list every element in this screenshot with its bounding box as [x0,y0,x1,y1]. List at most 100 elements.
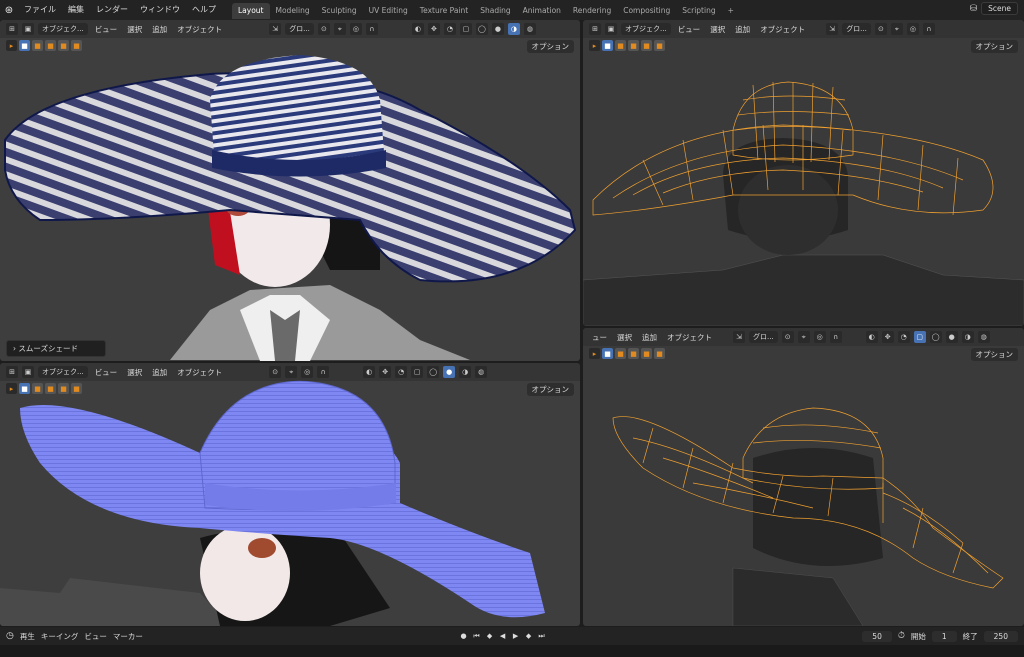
select-new-icon[interactable]: ■ [602,348,613,359]
select-subtract-icon[interactable]: ■ [628,348,639,359]
orientation-dropdown[interactable]: グロ... [285,23,314,35]
falloff-icon[interactable]: ∩ [829,331,842,343]
xray-icon[interactable]: ▢ [411,366,424,378]
visibility-icon[interactable]: ◐ [865,331,878,343]
select-invert-icon[interactable]: ■ [641,348,652,359]
options-dropdown[interactable]: オプション [970,40,1018,53]
menu-add[interactable]: 追加 [149,24,170,35]
select-extend-icon[interactable]: ■ [32,383,43,394]
select-invert-icon[interactable]: ■ [641,40,652,51]
prev-keyframe-icon[interactable]: ◆ [484,631,495,642]
select-intersect-icon[interactable]: ■ [71,383,82,394]
select-invert-icon[interactable]: ■ [58,383,69,394]
shading-rendered-icon[interactable]: ◍ [475,366,488,378]
shading-solid-icon[interactable]: ● [443,366,456,378]
menu-edit[interactable]: 編集 [62,0,90,20]
add-workspace-button[interactable]: + [722,3,740,19]
menu-select[interactable]: 選択 [124,367,145,378]
blender-logo-icon[interactable]: ⊛ [0,0,18,20]
gizmo-icon[interactable]: ✥ [379,366,392,378]
xray-icon[interactable]: ▢ [913,331,926,343]
tab-layout[interactable]: Layout [232,3,270,19]
menu-view[interactable]: ビュー [675,24,704,35]
menu-render[interactable]: レンダー [90,0,134,20]
select-subtract-icon[interactable]: ■ [45,40,56,51]
menu-object[interactable]: オブジェクト [174,367,225,378]
menu-add[interactable]: 追加 [732,24,753,35]
jump-start-icon[interactable]: ⏮ [471,631,482,642]
xray-icon[interactable]: ▢ [459,23,472,35]
overlay-icon[interactable]: ◔ [897,331,910,343]
tab-texture-paint[interactable]: Texture Paint [414,3,474,19]
current-frame-field[interactable]: 50 [862,630,892,642]
gizmo-icon[interactable]: ✥ [881,331,894,343]
menu-keying[interactable]: キーイング [41,631,79,642]
editor-type-icon[interactable]: ⊞ [6,23,18,35]
scene-icon[interactable]: ⛁ [970,4,978,14]
end-frame-field[interactable]: 250 [983,630,1018,642]
shading-material-icon[interactable]: ◑ [961,331,974,343]
visibility-icon[interactable]: ◐ [363,366,376,378]
pivot-icon[interactable]: ⊙ [317,23,330,35]
menu-add[interactable]: 追加 [149,367,170,378]
menu-object[interactable]: オブジェクト [174,24,225,35]
select-subtract-icon[interactable]: ■ [628,40,639,51]
menu-view[interactable]: ュー [589,332,610,343]
menu-add[interactable]: 追加 [639,332,660,343]
menu-object[interactable]: オブジェクト [757,24,808,35]
tab-rendering[interactable]: Rendering [567,3,617,19]
menu-file[interactable]: ファイル [18,0,62,20]
options-dropdown[interactable]: オプション [526,383,574,396]
menu-view[interactable]: ビュー [92,367,121,378]
pivot-icon[interactable]: ⊙ [781,331,794,343]
editor-type-icon[interactable]: ⊞ [6,366,18,378]
shading-rendered-icon[interactable]: ◍ [523,23,536,35]
editor-type-icon[interactable]: ⊞ [589,23,601,35]
select-invert-icon[interactable]: ■ [58,40,69,51]
snap-icon[interactable]: ⌖ [333,23,346,35]
stopwatch-icon[interactable]: ⏱ [898,631,905,641]
mode-dropdown[interactable]: オブジェク... [621,23,671,35]
tab-modeling[interactable]: Modeling [270,3,316,19]
tool-select-icon[interactable]: ▸ [6,40,17,51]
tool-select-icon[interactable]: ▸ [589,348,600,359]
tab-uv-editing[interactable]: UV Editing [363,3,414,19]
scene-name[interactable]: Scene [981,2,1018,15]
select-intersect-icon[interactable]: ■ [654,40,665,51]
jump-end-icon[interactable]: ⏭ [536,631,547,642]
record-icon[interactable]: ● [458,631,469,642]
transform-orientation-icon[interactable]: ⇲ [269,23,282,35]
select-subtract-icon[interactable]: ■ [45,383,56,394]
snap-icon[interactable]: ⌖ [890,23,903,35]
tab-animation[interactable]: Animation [517,3,567,19]
select-extend-icon[interactable]: ■ [32,40,43,51]
select-extend-icon[interactable]: ■ [615,348,626,359]
play-icon[interactable]: ▶ [510,631,521,642]
menu-object[interactable]: オブジェクト [664,332,715,343]
menu-view[interactable]: ビュー [92,24,121,35]
shading-rendered-icon[interactable]: ◍ [977,331,990,343]
viewport-bottom-left[interactable]: ⊞ ▣ オブジェク... ビュー 選択 追加 オブジェクト ⊙ ⌖ ◎ ∩ ◐ … [0,363,580,626]
pivot-icon[interactable]: ⊙ [874,23,887,35]
menu-view[interactable]: ビュー [84,631,107,642]
select-new-icon[interactable]: ■ [602,40,613,51]
menu-select[interactable]: 選択 [614,332,635,343]
proportional-edit-icon[interactable]: ◎ [813,331,826,343]
shading-wire-icon[interactable]: ◯ [475,23,488,35]
tab-shading[interactable]: Shading [474,3,516,19]
options-dropdown[interactable]: オプション [970,348,1018,361]
play-reverse-icon[interactable]: ◀ [497,631,508,642]
menu-help[interactable]: ヘルプ [186,0,222,20]
shading-solid-icon[interactable]: ● [491,23,504,35]
transform-orientation-icon[interactable]: ⇲ [826,23,839,35]
gizmo-icon[interactable]: ✥ [427,23,440,35]
shading-wire-icon[interactable]: ◯ [427,366,440,378]
select-intersect-icon[interactable]: ■ [71,40,82,51]
overlay-icon[interactable]: ◔ [443,23,456,35]
shading-wire-icon[interactable]: ◯ [929,331,942,343]
proportional-edit-icon[interactable]: ◎ [301,366,314,378]
snap-icon[interactable]: ⌖ [797,331,810,343]
menu-playback[interactable]: 再生 [20,631,35,642]
tab-scripting[interactable]: Scripting [676,3,721,19]
viewport-top-left[interactable]: ⊞ ▣ オブジェク... ビュー 選択 追加 オブジェクト ⇲ グロ... ⊙ … [0,20,580,361]
